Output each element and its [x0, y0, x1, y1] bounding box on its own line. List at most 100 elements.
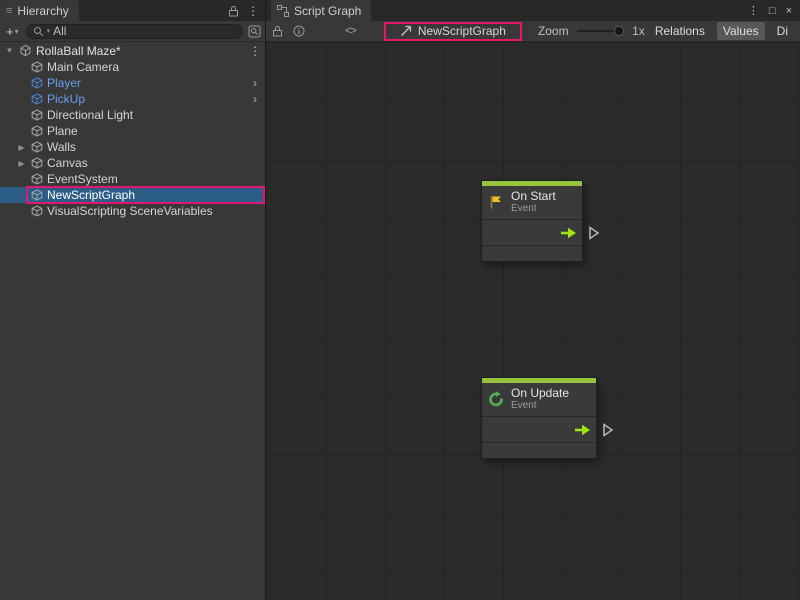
lock-icon[interactable]: [228, 5, 239, 17]
hierarchy-item[interactable]: ▶ EventSystem ›: [0, 171, 265, 187]
item-label: Directional Light: [47, 108, 133, 122]
node-on-start[interactable]: On Start Event: [482, 181, 582, 261]
output-port-arrow-icon[interactable]: [574, 424, 591, 436]
graph-breadcrumb[interactable]: NewScriptGraph: [384, 22, 522, 41]
foldout-closed-icon[interactable]: ▶: [16, 159, 27, 168]
hamburger-icon: ≡: [6, 5, 12, 17]
unity-scene-icon: [19, 44, 32, 57]
node-footer: [482, 443, 596, 458]
gameobject-cube-icon: [31, 109, 43, 121]
item-label: PickUp: [47, 92, 85, 106]
prefab-open-chevron[interactable]: ›: [253, 92, 261, 106]
gameobject-cube-icon: [31, 93, 43, 105]
search-filter-caret-icon[interactable]: ▾: [47, 27, 51, 35]
add-gameobject-button[interactable]: + ▾: [4, 24, 21, 39]
flag-icon: [488, 194, 504, 210]
graph-canvas[interactable]: On Start Event: [266, 42, 800, 600]
node-header: On Start Event: [482, 186, 582, 220]
graph-tabbar: Script Graph ⋮ □ ×: [266, 0, 800, 21]
hierarchy-item[interactable]: ▶ PickUp ›: [0, 91, 265, 107]
connection-port-icon[interactable]: [602, 423, 614, 437]
close-icon[interactable]: ×: [786, 5, 792, 17]
prefab-open-chevron[interactable]: ›: [253, 76, 261, 90]
node-port-row: [482, 417, 596, 443]
code-icon[interactable]: <>: [345, 25, 356, 37]
unity-editor-window: ≡ Hierarchy ⋮ + ▾ ▾ All: [0, 0, 800, 600]
add-label: +: [6, 24, 14, 39]
item-label: Player: [47, 76, 81, 90]
node-port-row: [482, 220, 582, 246]
hierarchy-toolbar: + ▾ ▾ All: [0, 21, 265, 42]
script-graph-panel: Script Graph ⋮ □ × <> NewScriptGraph: [266, 0, 800, 600]
gameobject-cube-icon: [31, 61, 43, 73]
foldout-open-icon[interactable]: ▼: [4, 46, 15, 55]
graph-tab-icon: [277, 5, 289, 17]
gameobject-cube-icon: [31, 141, 43, 153]
scene-name: RollaBall Maze*: [36, 44, 121, 58]
foldout-closed-icon[interactable]: ▶: [16, 143, 27, 152]
graph-tab-label: Script Graph: [294, 4, 361, 18]
chevron-down-icon: ▾: [15, 27, 19, 36]
node-footer: [482, 246, 582, 261]
node-title: On Update: [511, 387, 569, 400]
script-graph-asset-icon: [400, 25, 412, 37]
node-on-update[interactable]: On Update Event: [482, 378, 596, 458]
hierarchy-tabbar-actions: ⋮: [222, 0, 265, 21]
item-label: Main Camera: [47, 60, 119, 74]
item-label: EventSystem: [47, 172, 118, 186]
gameobject-cube-icon: [31, 205, 43, 217]
node-header: On Update Event: [482, 383, 596, 417]
gameobject-cube-icon: [31, 189, 43, 201]
search-icon: [33, 26, 44, 37]
graph-toolbar: <> NewScriptGraph Zoom 1x Relations Valu…: [266, 21, 800, 42]
item-label: NewScriptGraph: [47, 188, 135, 202]
dim-button[interactable]: Di: [771, 22, 794, 40]
hierarchy-tab-label: Hierarchy: [17, 4, 68, 18]
item-label: Walls: [47, 140, 76, 154]
info-icon[interactable]: [293, 25, 305, 37]
hierarchy-tabbar: ≡ Hierarchy ⋮: [0, 0, 265, 21]
panel-menu-icon[interactable]: ⋮: [247, 4, 259, 18]
hierarchy-item[interactable]: ▶ Player ›: [0, 75, 265, 91]
panel-menu-icon[interactable]: ⋮: [748, 4, 759, 17]
hierarchy-items: ▶ Main Camera › ▶ Player › ▶ PickUp › ▶ …: [0, 59, 265, 219]
hierarchy-item[interactable]: ▶ Directional Light ›: [0, 107, 265, 123]
hierarchy-tree: ▼ RollaBall Maze* ⋮ ▶ Main Camera › ▶ Pl…: [0, 42, 265, 600]
gameobject-cube-icon: [31, 125, 43, 137]
hierarchy-item[interactable]: ▶ NewScriptGraph ›: [0, 187, 265, 203]
hierarchy-item[interactable]: ▶ Plane ›: [0, 123, 265, 139]
scene-row[interactable]: ▼ RollaBall Maze* ⋮: [0, 42, 265, 59]
hierarchy-panel: ≡ Hierarchy ⋮ + ▾ ▾ All: [0, 0, 266, 600]
hierarchy-item[interactable]: ▶ Walls ›: [0, 139, 265, 155]
item-label: VisualScripting SceneVariables: [47, 204, 213, 218]
gameobject-cube-icon: [31, 77, 43, 89]
zoom-value: 1x: [632, 24, 645, 38]
tab-hierarchy[interactable]: ≡ Hierarchy: [0, 0, 79, 21]
search-window-icon[interactable]: [248, 25, 261, 38]
node-subtitle: Event: [511, 203, 556, 214]
search-input[interactable]: ▾ All: [26, 24, 243, 39]
node-subtitle: Event: [511, 400, 569, 411]
zoom-slider[interactable]: [577, 24, 625, 38]
graph-name-label: NewScriptGraph: [418, 24, 506, 38]
hierarchy-item[interactable]: ▶ VisualScripting SceneVariables ›: [0, 203, 265, 219]
output-port-arrow-icon[interactable]: [560, 227, 577, 239]
loop-icon: [488, 391, 504, 407]
node-title: On Start: [511, 190, 556, 203]
maximize-icon[interactable]: □: [769, 5, 776, 17]
window-controls: ⋮ □ ×: [740, 0, 800, 21]
lock-icon[interactable]: [272, 25, 283, 37]
gameobject-cube-icon: [31, 157, 43, 169]
values-button[interactable]: Values: [717, 22, 765, 40]
item-label: Canvas: [47, 156, 88, 170]
connection-port-icon[interactable]: [588, 226, 600, 240]
zoom-slider-knob[interactable]: [614, 26, 624, 36]
search-filter-label: All: [53, 24, 66, 38]
tab-script-graph[interactable]: Script Graph: [271, 0, 371, 21]
gameobject-cube-icon: [31, 173, 43, 185]
hierarchy-item[interactable]: ▶ Main Camera ›: [0, 59, 265, 75]
hierarchy-item[interactable]: ▶ Canvas ›: [0, 155, 265, 171]
item-label: Plane: [47, 124, 78, 138]
relations-button[interactable]: Relations: [649, 22, 711, 40]
scene-menu-icon[interactable]: ⋮: [249, 44, 261, 58]
